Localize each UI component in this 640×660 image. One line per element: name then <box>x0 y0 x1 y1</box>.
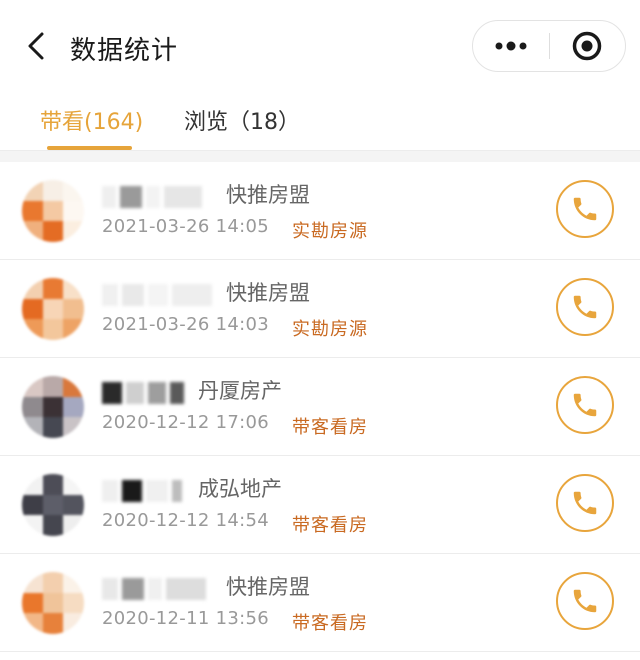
masked-name <box>102 380 184 406</box>
visit-datetime: 2020-12-11 13:56 <box>102 608 270 629</box>
visit-type-tag: 带客看房 <box>292 613 368 634</box>
company-name: 丹厦房产 <box>198 379 282 403</box>
visit-datetime: 2021-03-26 14:05 <box>102 216 270 237</box>
list-item[interactable]: 丹厦房产 2020-12-12 17:06 带客看房 <box>0 358 640 456</box>
avatar <box>22 474 84 536</box>
phone-icon <box>573 393 597 417</box>
visit-type-tag: 带客看房 <box>292 515 368 536</box>
list-item[interactable]: 快推房盟 2020-12-11 13:56 带客看房 <box>0 554 640 652</box>
phone-icon <box>573 295 597 319</box>
close-miniprogram-button[interactable] <box>550 21 626 71</box>
masked-name <box>102 282 212 308</box>
visit-type-tag: 带客看房 <box>292 417 368 438</box>
avatar <box>22 572 84 634</box>
back-button[interactable] <box>18 28 54 64</box>
list-item[interactable]: 成弘地产 2020-12-12 14:54 带客看房 <box>0 456 640 554</box>
call-button[interactable] <box>556 572 614 630</box>
list-item[interactable]: 快推房盟 2021-03-26 14:03 实勘房源 <box>0 260 640 358</box>
tab-bar: 带看(164) 浏览（18） <box>0 92 640 150</box>
section-divider <box>0 150 640 162</box>
company-name: 快推房盟 <box>226 575 310 599</box>
avatar <box>22 376 84 438</box>
call-button[interactable] <box>556 474 614 532</box>
tab-liulan[interactable]: 浏览（18） <box>184 104 300 136</box>
list-item[interactable]: 快推房盟 2021-03-26 14:05 实勘房源 <box>0 162 640 260</box>
tab-daikan[interactable]: 带看(164) <box>40 104 143 136</box>
masked-name <box>102 478 182 504</box>
visit-datetime: 2021-03-26 14:03 <box>102 314 270 335</box>
avatar <box>22 180 84 242</box>
nav-header: 数据统计 <box>0 0 640 92</box>
phone-icon <box>573 589 597 613</box>
back-arrow-icon <box>28 32 44 60</box>
visit-type-tag: 实勘房源 <box>292 319 368 340</box>
company-name: 成弘地产 <box>198 477 282 501</box>
call-button[interactable] <box>556 278 614 336</box>
company-name: 快推房盟 <box>226 183 310 207</box>
masked-name <box>102 576 206 602</box>
company-name: 快推房盟 <box>226 281 310 305</box>
visit-datetime: 2020-12-12 14:54 <box>102 510 270 531</box>
masked-name <box>102 184 202 210</box>
phone-icon <box>573 491 597 515</box>
visit-type-tag: 实勘房源 <box>292 221 368 242</box>
more-button[interactable] <box>473 21 549 71</box>
call-button[interactable] <box>556 180 614 238</box>
page-title: 数据统计 <box>70 36 179 66</box>
call-button[interactable] <box>556 376 614 434</box>
more-dots-icon <box>495 41 527 51</box>
record-list: 快推房盟 2021-03-26 14:05 实勘房源 快推房盟 2021-03-… <box>0 162 640 652</box>
avatar <box>22 278 84 340</box>
phone-icon <box>573 197 597 221</box>
visit-datetime: 2020-12-12 17:06 <box>102 412 270 433</box>
miniprogram-capsule <box>472 20 626 72</box>
record-target-icon <box>573 31 602 61</box>
